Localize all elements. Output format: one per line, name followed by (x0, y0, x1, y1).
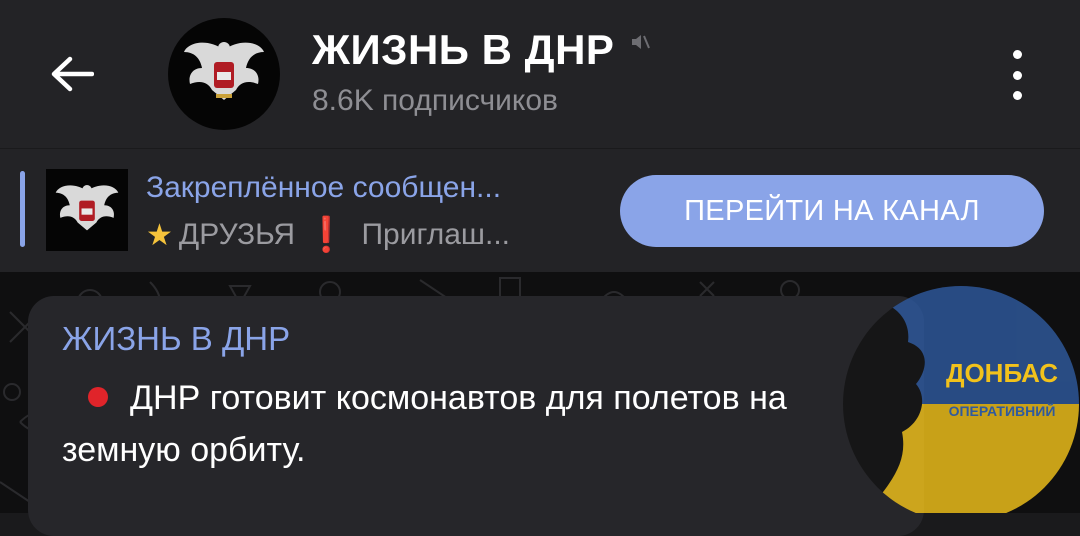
back-arrow-icon (51, 56, 94, 92)
message-text-wrap: ДНР готовит космонавтов для полетов на з… (62, 372, 822, 476)
star-emoji-icon: ★ (146, 218, 173, 252)
chat-header: ЖИЗНЬ В ДНР 8.6K подписчиков (0, 0, 1080, 148)
pinned-text-part1: ДРУЗЬЯ (178, 218, 296, 251)
pinned-text-part2: Приглаш... (361, 218, 511, 251)
message-bubble[interactable]: ЖИЗНЬ В ДНР ДНР готовит космонавтов для … (28, 296, 924, 536)
dnr-emblem-icon (184, 42, 264, 100)
channel-avatar[interactable] (168, 18, 280, 130)
more-vertical-icon[interactable] (1000, 50, 1034, 100)
red-circle-emoji-icon (88, 387, 108, 407)
channel-title: ЖИЗНЬ В ДНР (312, 26, 615, 73)
muted-speaker-icon (629, 31, 651, 58)
message-sender[interactable]: ЖИЗНЬ В ДНР (62, 320, 290, 358)
dnr-emblem-icon (55, 184, 119, 231)
subscriber-count: 8.6K подписчиков (312, 84, 558, 117)
pinned-title: Закреплённое сообщен... (146, 171, 502, 204)
watermark-line2: ОПЕРАТИВНИЙ (949, 402, 1056, 419)
watermark-logo: ДОНБАС ОПЕРАТИВНИЙ (842, 272, 1080, 513)
pinned-message-bar[interactable]: Закреплённое сообщен... ★ ДРУЗЬЯ ❗ Пригл… (0, 148, 1080, 273)
pinned-indicator (20, 171, 25, 247)
menu-dot (1012, 50, 1022, 59)
channel-title-wrap[interactable]: ЖИЗНЬ В ДНР (312, 26, 651, 74)
go-to-channel-button[interactable]: ПЕРЕЙТИ НА КАНАЛ (620, 175, 1044, 247)
menu-dot (1012, 70, 1022, 80)
exclamation-emoji-icon: ❗ (305, 216, 348, 254)
pinned-thumbnail (46, 169, 128, 251)
watermark-line1: ДОНБАС (946, 358, 1058, 388)
back-button[interactable] (44, 48, 100, 100)
pinned-preview: ★ ДРУЗЬЯ ❗ Приглаш... (146, 215, 510, 255)
menu-dot (1012, 91, 1022, 100)
message-text: ДНР готовит космонавтов для полетов на з… (62, 379, 787, 469)
